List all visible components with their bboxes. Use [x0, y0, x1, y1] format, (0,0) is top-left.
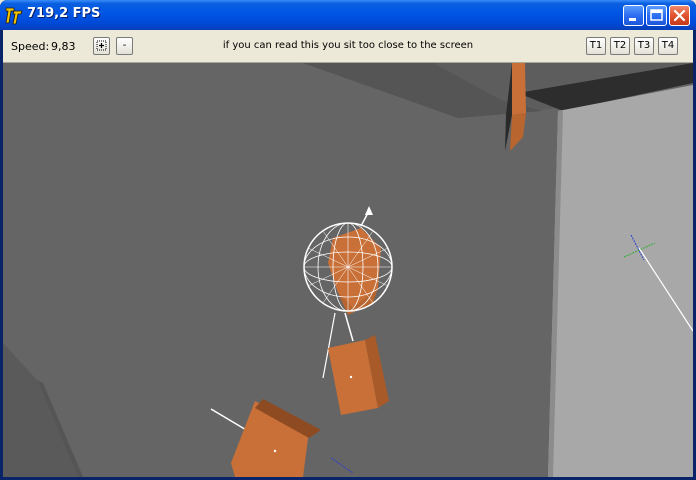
- close-button[interactable]: [669, 5, 690, 26]
- close-icon: [673, 9, 686, 22]
- window-title: 719,2 FPS: [27, 6, 101, 21]
- tab-t4[interactable]: T4: [658, 37, 678, 55]
- maximize-button[interactable]: [646, 5, 667, 26]
- plus-icon: [96, 40, 107, 51]
- maximize-icon: [650, 9, 663, 21]
- tab-t1[interactable]: T1: [586, 37, 606, 55]
- scene-canvas: [3, 63, 693, 477]
- tab-t3[interactable]: T3: [634, 37, 654, 55]
- minimize-icon: [629, 18, 636, 21]
- 3d-viewport[interactable]: [3, 63, 693, 477]
- speed-decrease-button[interactable]: -: [116, 37, 133, 55]
- toolbar: Speed: 9,83 - if you can read this you s…: [3, 30, 693, 63]
- minimize-button[interactable]: [623, 5, 644, 26]
- speed-label: Speed:: [11, 40, 50, 53]
- speed-increase-button[interactable]: [93, 37, 110, 55]
- speed-value: 9,83: [51, 40, 76, 53]
- app-logo-icon: [5, 7, 23, 25]
- notice-text: if you can read this you sit too close t…: [222, 40, 474, 51]
- tab-t2[interactable]: T2: [610, 37, 630, 55]
- app-window: 719,2 FPS Speed: 9,83 - if you can read …: [0, 0, 696, 480]
- client-area: Speed: 9,83 - if you can read this you s…: [3, 30, 693, 477]
- title-bar[interactable]: 719,2 FPS: [0, 0, 696, 30]
